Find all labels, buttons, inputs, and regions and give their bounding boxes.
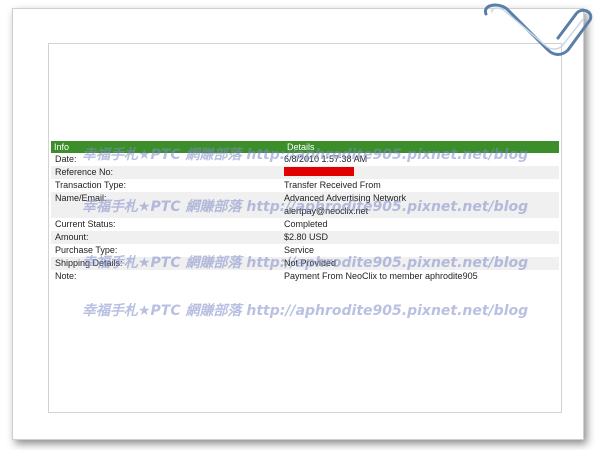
table-row-status: Current Status: Completed [51, 218, 559, 231]
row-label: Note: [55, 271, 77, 281]
row-label: Purchase Type: [55, 245, 118, 255]
row-label: Date: [55, 154, 77, 164]
redaction-bar [284, 167, 354, 177]
row-value: $2.80 USD [284, 232, 329, 242]
transaction-details-table: Info Details Date: 6/8/2010 1:57:38 AM R… [51, 141, 559, 283]
table-row-name-email: Name/Email: Advanced Advertising Network… [51, 192, 559, 218]
row-label: Amount: [55, 232, 89, 242]
row-value [284, 166, 559, 179]
row-value: Advanced Advertising Network alertpay@ne… [284, 192, 559, 218]
table-row-date: Date: 6/8/2010 1:57:38 AM [51, 153, 559, 166]
table-header: Info Details [51, 141, 559, 153]
row-value: Not Provided [284, 258, 337, 268]
header-info: Info [54, 142, 70, 152]
table-row-shipping: Shipping Details: Not Provided [51, 257, 559, 270]
row-label: Name/Email: [55, 193, 107, 203]
name-value: Advanced Advertising Network [284, 193, 407, 203]
email-value: alertpay@neoclix.net [284, 206, 369, 216]
row-value: Payment From NeoClix to member aphrodite… [284, 271, 478, 281]
table-row-amount: Amount: $2.80 USD [51, 231, 559, 244]
row-label: Current Status: [55, 219, 116, 229]
row-value: 6/8/2010 1:57:38 AM [284, 154, 368, 164]
row-label: Shipping Details: [55, 258, 123, 268]
row-label: Transaction Type: [55, 180, 127, 190]
table-row-transaction-type: Transaction Type: Transfer Received From [51, 179, 559, 192]
row-value: Service [284, 245, 315, 255]
row-value: Completed [284, 219, 328, 229]
table-row-purchase-type: Purchase Type: Service [51, 244, 559, 257]
paperclip-heart-icon [483, 3, 593, 56]
row-label: Reference No: [55, 167, 114, 177]
table-row-note: Note: Payment From NeoClix to member aph… [51, 270, 559, 283]
table-row-reference: Reference No: [51, 166, 559, 179]
header-details: Details [287, 142, 315, 152]
row-value: Transfer Received From [284, 180, 381, 190]
